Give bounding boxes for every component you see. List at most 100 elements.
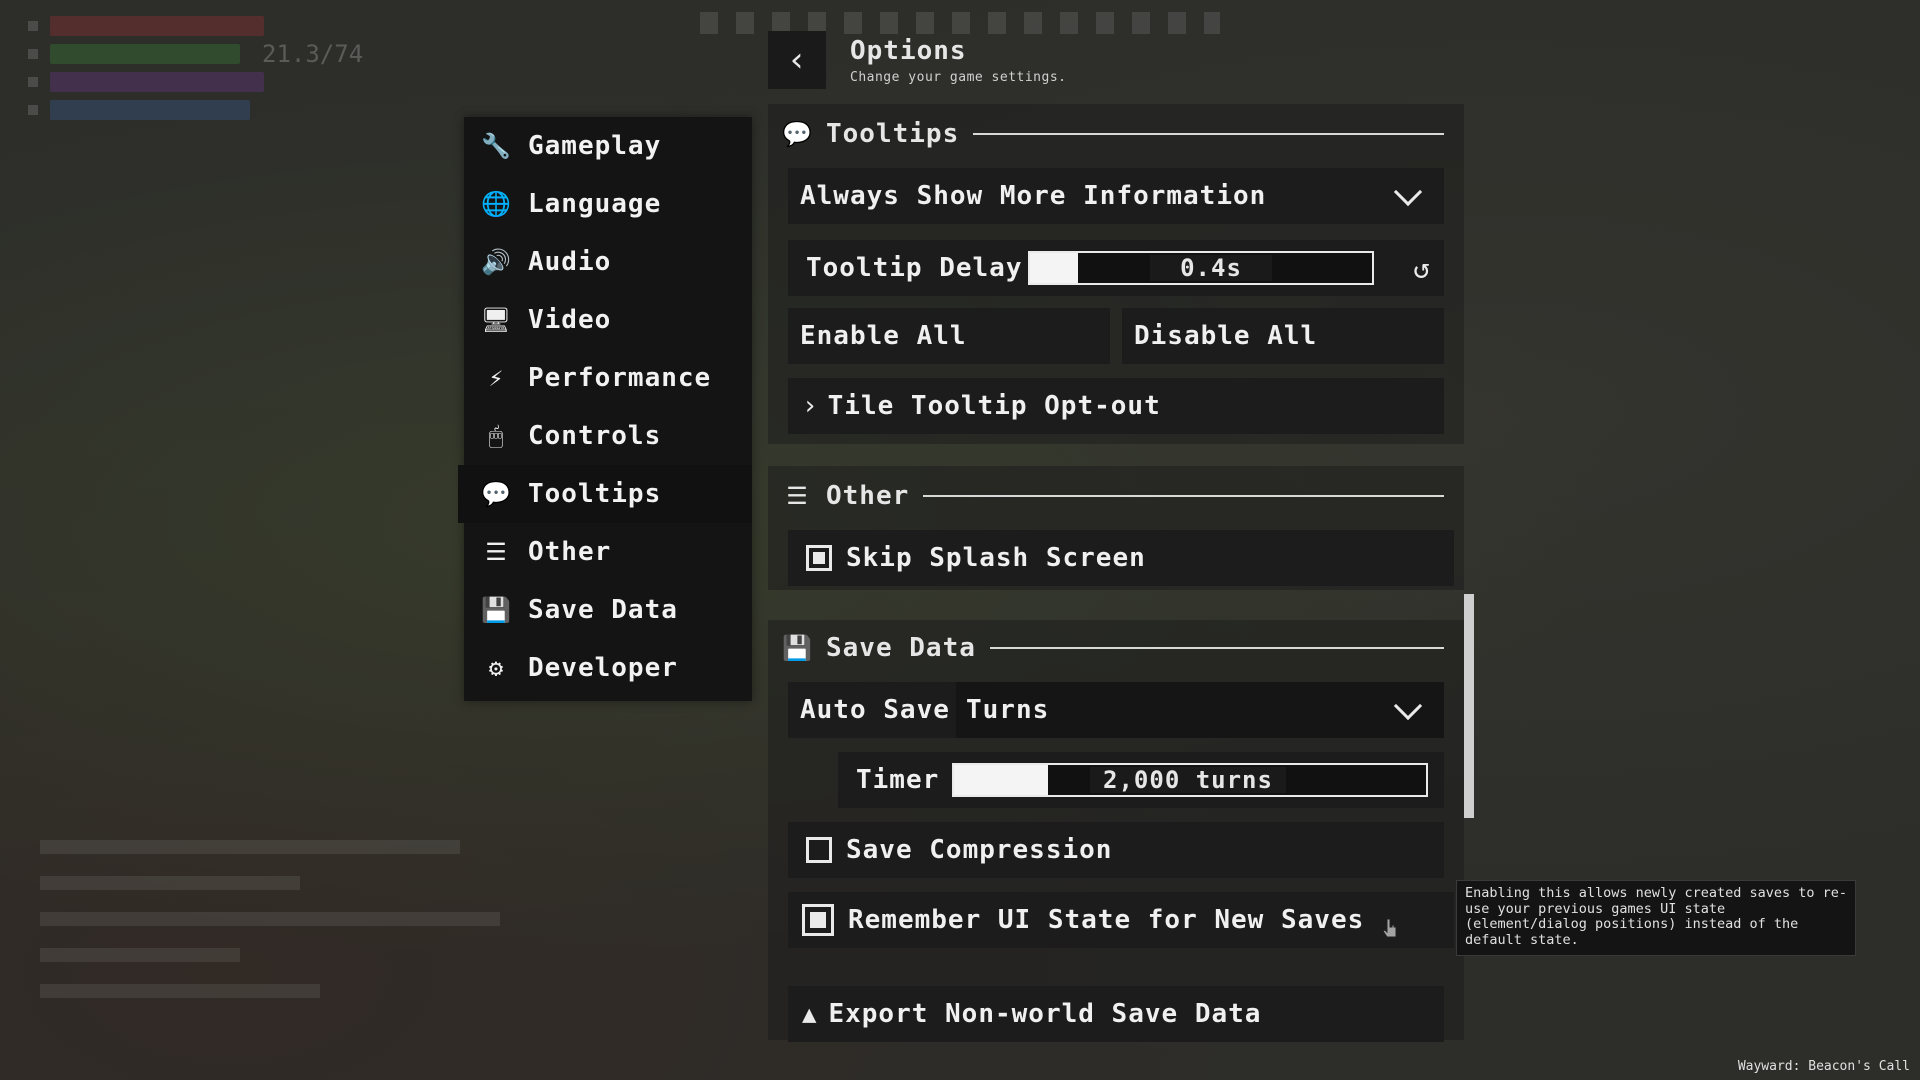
checkbox-unchecked[interactable]	[806, 837, 832, 863]
sidebar-item-developer[interactable]: ⚙ Developer	[464, 639, 752, 697]
wrench-icon: 🔧	[481, 132, 511, 160]
sidebar-item-label: Developer	[528, 653, 678, 683]
chevron-down-icon	[1393, 691, 1423, 721]
sidebar-item-save-data[interactable]: 💾 Save Data	[464, 581, 752, 639]
sidebar-item-gameplay[interactable]: 🔧 Gameplay	[464, 117, 752, 175]
button-label: Export Non-world Save Data	[828, 999, 1262, 1029]
slider-value: 0.4s	[1150, 254, 1272, 282]
auto-save-row: Auto Save Turns	[788, 682, 1444, 738]
timer-label: Timer	[856, 765, 940, 795]
check-mark	[810, 912, 826, 928]
sidebar-item-label: Audio	[528, 247, 612, 277]
enable-all-button[interactable]: Enable All	[788, 308, 1110, 364]
sidebar-item-controls[interactable]: 🖱 Controls	[464, 407, 752, 465]
mouse-icon: 🖱	[488, 422, 504, 450]
checkbox-label: Remember UI State for New Saves	[848, 905, 1365, 935]
speaker-icon: 🔊	[481, 248, 511, 276]
back-button[interactable]: ‹	[768, 31, 826, 89]
sidebar-item-performance[interactable]: ⚡ Performance	[464, 349, 752, 407]
game-credit: Wayward: Beacon's Call	[1737, 1059, 1910, 1074]
sidebar-item-label: Performance	[528, 363, 712, 393]
tooltips-section-header: 💬 Tooltips	[782, 116, 1444, 152]
chevron-left-icon: ‹	[786, 40, 808, 80]
auto-save-dropdown[interactable]: Turns	[956, 682, 1444, 738]
check-mark	[813, 552, 825, 564]
hud-value: 21.3/74	[262, 40, 364, 68]
hand-cursor-icon	[1382, 918, 1397, 938]
remember-ui-state-checkbox-row[interactable]: Remember UI State for New Saves	[788, 892, 1454, 948]
gear-icon: ⚙	[488, 654, 504, 682]
slider-value: 2,000 turns	[1090, 766, 1286, 794]
speech-bubble-icon: 💬	[782, 120, 812, 148]
save-data-section-header: 💾 Save Data	[782, 630, 1444, 666]
tooltip-mode-dropdown[interactable]: Always Show More Information	[788, 168, 1444, 224]
lines-icon: ☰	[485, 538, 507, 566]
other-section-header: ☰ Other	[782, 478, 1444, 514]
sidebar-item-label: Controls	[528, 421, 662, 451]
export-save-data-button[interactable]: ▲ Export Non-world Save Data	[788, 986, 1444, 1042]
hud-dot	[28, 21, 38, 31]
section-title: Save Data	[826, 633, 976, 663]
tooltip-delay-row: Tooltip Delay 0.4s ↺	[788, 240, 1444, 296]
section-divider	[923, 495, 1444, 497]
scrollbar-thumb[interactable]	[1464, 594, 1474, 818]
hunger-bar	[50, 72, 264, 92]
health-bar	[50, 16, 264, 36]
sidebar-item-label: Video	[528, 305, 612, 335]
tile-tooltip-optout-expander[interactable]: › Tile Tooltip Opt-out	[788, 378, 1444, 434]
dropdown-value: Always Show More Information	[800, 181, 1267, 211]
section-divider	[989, 647, 1444, 649]
disable-all-button[interactable]: Disable All	[1122, 308, 1444, 364]
chevron-right-icon: ›	[802, 391, 818, 421]
checkbox-label: Skip Splash Screen	[846, 543, 1146, 573]
button-label: Disable All	[1134, 321, 1318, 351]
monitor-icon: 🖥	[480, 306, 512, 334]
expander-label: Tile Tooltip Opt-out	[827, 391, 1161, 421]
slider-fill	[1030, 253, 1078, 283]
checkbox-checked[interactable]	[802, 904, 834, 936]
section-divider	[973, 133, 1444, 135]
section-title: Other	[826, 481, 910, 511]
floppy-disk-icon: 💾	[782, 634, 812, 662]
sidebar-item-label: Tooltips	[528, 479, 662, 509]
auto-save-label: Auto Save	[800, 695, 950, 725]
sidebar-item-audio[interactable]: 🔊 Audio	[464, 233, 752, 291]
sidebar-item-language[interactable]: 🌐 Language	[464, 175, 752, 233]
background-hud: 21.3/74	[28, 12, 363, 124]
hud-dot	[28, 77, 38, 87]
section-title: Tooltips	[826, 119, 960, 149]
sidebar-item-tooltips[interactable]: 💬 Tooltips	[458, 465, 752, 523]
hud-dot	[28, 49, 38, 59]
upload-icon: ▲	[802, 1000, 817, 1028]
reset-icon[interactable]: ↺	[1413, 252, 1430, 285]
timer-row: Timer 2,000 turns	[838, 752, 1444, 808]
options-sidebar: 🔧 Gameplay 🌐 Language 🔊 Audio 🖥 Video ⚡ Perfo…	[458, 117, 752, 701]
sidebar-item-label: Gameplay	[528, 131, 662, 161]
globe-icon: 🌐	[481, 190, 511, 218]
tooltip-popup: Enabling this allows newly created saves…	[1456, 880, 1856, 956]
tooltip-delay-label: Tooltip Delay	[806, 253, 1023, 283]
chevron-down-icon	[1393, 177, 1423, 207]
tooltip-delay-slider[interactable]: 0.4s	[1028, 251, 1374, 285]
floppy-disk-icon: 💾	[481, 596, 511, 624]
hud-dot	[28, 105, 38, 115]
sidebar-item-video[interactable]: 🖥 Video	[464, 291, 752, 349]
background-message-log	[40, 840, 500, 1020]
dropdown-value: Turns	[966, 695, 1050, 725]
sidebar-item-label: Other	[528, 537, 612, 567]
page-subtitle: Change your game settings.	[850, 70, 1067, 85]
skip-splash-checkbox-row[interactable]: Skip Splash Screen	[788, 530, 1454, 586]
checkbox-label: Save Compression	[846, 835, 1113, 865]
button-label: Enable All	[800, 321, 967, 351]
sidebar-item-other[interactable]: ☰ Other	[464, 523, 752, 581]
sidebar-item-label: Save Data	[528, 595, 678, 625]
sidebar-item-label: Language	[528, 189, 662, 219]
save-compression-checkbox-row[interactable]: Save Compression	[788, 822, 1444, 878]
speech-bubble-icon: 💬	[481, 480, 511, 508]
checkbox-checked[interactable]	[806, 545, 832, 571]
lightning-icon: ⚡	[488, 364, 504, 392]
thirst-bar	[50, 100, 250, 120]
page-title: Options	[850, 36, 967, 66]
stamina-bar	[50, 44, 240, 64]
timer-slider[interactable]: 2,000 turns	[952, 763, 1428, 797]
